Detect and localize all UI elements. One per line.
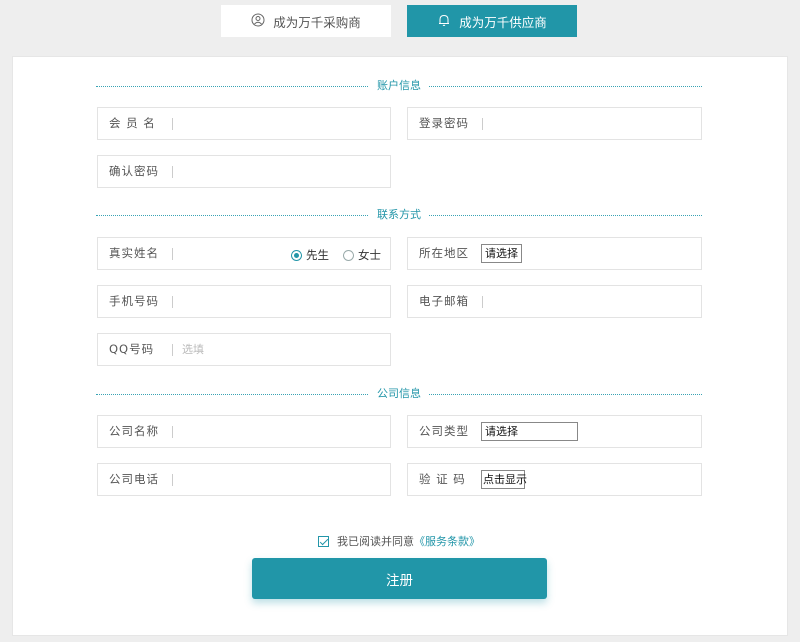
- real-name-field[interactable]: 真实姓名 先生 女士: [97, 237, 391, 270]
- gender-radio-ms[interactable]: 女士: [343, 247, 381, 263]
- field-divider: [172, 166, 173, 178]
- field-divider: [172, 296, 173, 308]
- checkbox-checked-icon: [318, 535, 329, 547]
- field-label: 真实姓名: [109, 246, 159, 260]
- agreement-checkbox[interactable]: 我已阅读并同意 《服务条款》: [318, 533, 480, 549]
- terms-link[interactable]: 《服务条款》: [414, 533, 480, 549]
- field-label: 公司类型: [419, 424, 469, 438]
- bell-icon: [437, 13, 451, 30]
- field-divider: [172, 426, 173, 438]
- field-label: 确认密码: [109, 164, 159, 178]
- field-divider: [482, 296, 483, 308]
- confirm-password-field[interactable]: 确认密码: [97, 155, 391, 188]
- section-title: 联系方式: [369, 208, 429, 222]
- region-select[interactable]: 请选择: [481, 244, 522, 263]
- field-label: 登录密码: [419, 116, 469, 130]
- tab-supplier[interactable]: 成为万千供应商: [407, 5, 577, 37]
- field-label: 电子邮箱: [419, 294, 469, 308]
- password-field[interactable]: 登录密码: [407, 107, 702, 140]
- radio-label: 先生: [306, 248, 329, 262]
- field-divider: [172, 248, 173, 260]
- section-company: 公司信息: [96, 387, 702, 401]
- mobile-field[interactable]: 手机号码: [97, 285, 391, 318]
- field-label: 公司电话: [109, 472, 159, 486]
- field-label: 会 员 名: [109, 116, 156, 130]
- tab-supplier-label: 成为万千供应商: [459, 14, 547, 30]
- qq-field[interactable]: QQ号码 选填: [97, 333, 391, 366]
- field-label: QQ号码: [109, 342, 155, 356]
- captcha-show-button[interactable]: 点击显示: [481, 470, 527, 489]
- captcha-field: 验 证 码 点击显示: [407, 463, 702, 496]
- radio-checked-icon: [291, 249, 302, 261]
- section-title: 公司信息: [369, 387, 429, 401]
- radio-label: 女士: [358, 248, 381, 262]
- field-label: 所在地区: [419, 246, 469, 260]
- section-title: 账户信息: [369, 79, 429, 93]
- region-field: 所在地区 请选择: [407, 237, 702, 270]
- company-type-field: 公司类型 请选择: [407, 415, 702, 448]
- field-label: 手机号码: [109, 294, 159, 308]
- company-phone-field[interactable]: 公司电话: [97, 463, 391, 496]
- company-name-field[interactable]: 公司名称: [97, 415, 391, 448]
- tab-buyer-label: 成为万千采购商: [273, 14, 361, 30]
- register-button[interactable]: 注册: [252, 558, 547, 599]
- qq-placeholder: 选填: [182, 343, 204, 356]
- user-circle-icon: [251, 13, 265, 30]
- member-name-field[interactable]: 会 员 名: [97, 107, 391, 140]
- field-divider: [172, 344, 173, 356]
- agreement-text: 我已阅读并同意: [337, 535, 414, 548]
- tab-buyer[interactable]: 成为万千采购商: [221, 5, 391, 37]
- email-field[interactable]: 电子邮箱: [407, 285, 702, 318]
- field-divider: [482, 118, 483, 130]
- field-label: 验 证 码: [419, 472, 466, 486]
- field-divider: [172, 118, 173, 130]
- section-account: 账户信息: [96, 79, 702, 93]
- section-contact: 联系方式: [96, 208, 702, 222]
- field-divider: [172, 474, 173, 486]
- company-type-select[interactable]: 请选择: [481, 422, 578, 441]
- field-label: 公司名称: [109, 424, 159, 438]
- gender-radio-mr[interactable]: 先生: [291, 247, 329, 263]
- radio-unchecked-icon: [343, 249, 354, 261]
